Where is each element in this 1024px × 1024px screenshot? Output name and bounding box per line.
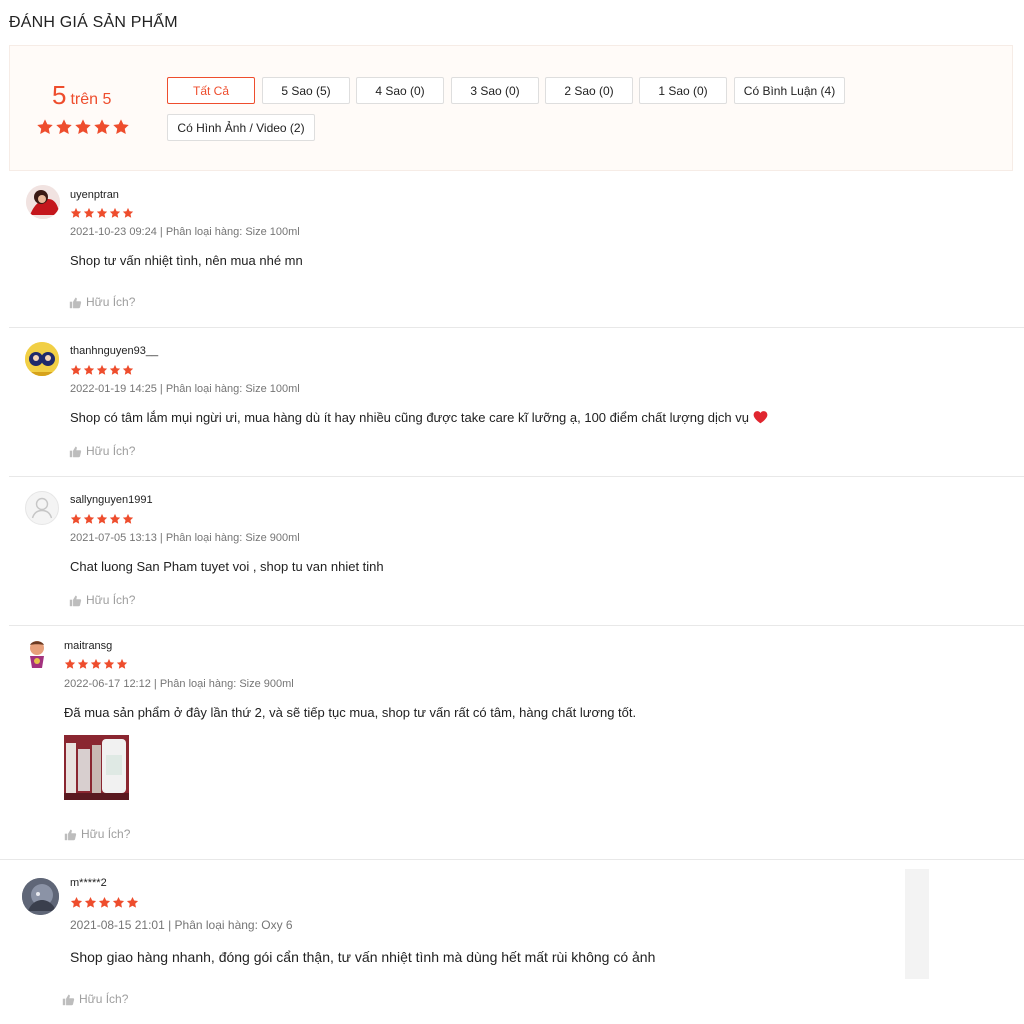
star-icon [96,513,108,525]
star-icon [122,207,134,219]
review-star-rating [70,364,134,376]
star-icon [109,513,121,525]
rating-score-suffix: trên 5 [70,91,112,108]
review-username: sallynguyen1991 [70,494,153,506]
avatar [25,342,59,376]
divider [9,625,1024,626]
filter-3-star[interactable]: 3 Sao (0) [451,77,539,104]
helpful-label: Hữu Ích? [86,295,136,309]
divider [9,476,1024,477]
star-icon [98,896,111,909]
helpful-button[interactable]: Hữu Ích? [62,992,128,1006]
review-username: maitransg [64,640,113,652]
review-username: uyenptran [70,189,119,201]
review-content: Shop giao hàng nhanh, đóng gói cẩn thận,… [70,949,656,965]
review-meta: 2021-10-23 09:24 | Phân loại hàng: Size … [70,226,300,238]
star-icon [122,513,134,525]
review-star-rating [64,658,128,670]
thumbs-up-icon [69,594,82,607]
star-icon [109,207,121,219]
divider [0,859,1024,860]
filter-2-star[interactable]: 2 Sao (0) [545,77,633,104]
star-icon [70,207,82,219]
review-content: Đã mua sản phẩm ở đây lần thứ 2, và sẽ t… [64,705,637,720]
filter-with-media[interactable]: Có Hình Ảnh / Video (2) [167,114,315,141]
star-icon [84,896,97,909]
review-content-text: Shop có tâm lắm mụi ngừi ưi, mua hàng dù… [70,410,749,425]
avatar [22,878,59,915]
helpful-button[interactable]: Hữu Ích? [69,444,135,458]
user-icon [25,491,59,525]
star-icon [64,658,76,670]
star-icon [109,364,121,376]
helpful-label: Hữu Ích? [81,827,131,841]
review-star-rating [70,896,139,909]
helpful-button[interactable]: Hữu Ích? [69,593,135,607]
star-icon [83,364,95,376]
star-icon [112,896,125,909]
review-content: Shop có tâm lắm mụi ngừi ưi, mua hàng dù… [70,410,768,425]
star-icon [55,118,73,136]
helpful-label: Hữu Ích? [79,992,129,1006]
review-username: thanhnguyen93__ [70,345,159,357]
star-icon [90,658,102,670]
star-icon [70,896,83,909]
overall-star-rating [36,118,130,136]
review-meta: 2022-06-17 12:12 | Phân loại hàng: Size … [64,678,294,690]
star-icon [122,364,134,376]
helpful-label: Hữu Ích? [86,444,136,458]
star-icon [70,364,82,376]
review-username: m*****2 [70,877,107,889]
divider [9,327,1024,328]
scrollbar-track[interactable] [905,869,929,979]
review-content: Chat luong San Pham tuyet voi , shop tu … [70,559,384,574]
thumbs-up-icon [62,993,75,1006]
rating-overview: 5 trên 5 Tất Cả 5 Sao (5) 4 Sao (0) 3 Sao… [9,45,1013,171]
review-star-rating [70,513,134,525]
star-icon [83,207,95,219]
filter-5-star[interactable]: 5 Sao (5) [262,77,350,104]
thumbs-up-icon [69,445,82,458]
page-title: ĐÁNH GIÁ SẢN PHẨM [9,14,178,31]
rating-score-value: 5 [52,80,67,110]
star-icon [70,513,82,525]
filter-with-comments[interactable]: Có Bình Luận (4) [734,77,845,104]
thumbs-up-icon [64,828,77,841]
star-icon [96,207,108,219]
star-icon [93,118,111,136]
star-icon [36,118,54,136]
heart-icon [753,411,768,424]
review-content: Shop tư vấn nhiệt tình, nên mua nhé mn [70,253,303,268]
star-icon [77,658,89,670]
helpful-button[interactable]: Hữu Ích? [69,295,135,309]
star-icon [126,896,139,909]
review-meta: 2021-08-15 21:01 | Phân loại hàng: Oxy 6 [70,918,293,932]
filter-all[interactable]: Tất Cả [167,77,255,104]
review-photo-thumbnail[interactable] [64,735,129,800]
review-meta: 2022-01-19 14:25 | Phân loại hàng: Size … [70,383,300,395]
avatar [26,185,60,219]
rating-score: 5 trên 5 [52,80,111,111]
star-icon [116,658,128,670]
avatar [20,637,54,671]
thumbs-up-icon [69,296,82,309]
star-icon [112,118,130,136]
star-icon [96,364,108,376]
star-icon [74,118,92,136]
review-star-rating [70,207,134,219]
filter-4-star[interactable]: 4 Sao (0) [356,77,444,104]
review-meta: 2021-07-05 13:13 | Phân loại hàng: Size … [70,532,300,544]
star-icon [83,513,95,525]
helpful-label: Hữu Ích? [86,593,136,607]
helpful-button[interactable]: Hữu Ích? [64,827,130,841]
star-icon [103,658,115,670]
filter-1-star[interactable]: 1 Sao (0) [639,77,727,104]
